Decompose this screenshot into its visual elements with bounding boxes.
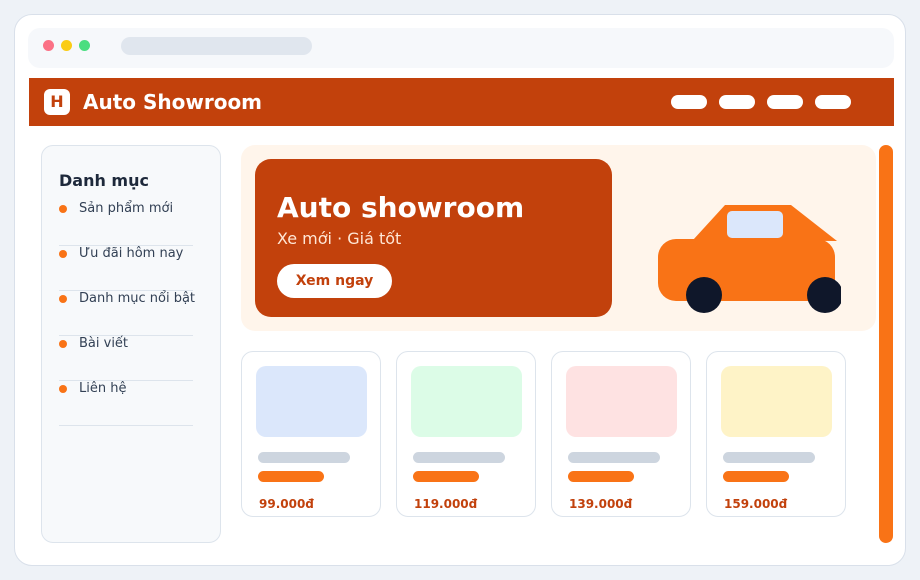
product-price: 99.000đ [259,497,314,511]
product-thumbnail[interactable] [721,366,832,437]
hero-subtitle: Xe mới · Giá tốt [277,229,402,248]
car-front-wheel [686,277,722,313]
product-price: 119.000đ [414,497,478,511]
product-thumbnail[interactable] [566,366,677,437]
product-tag-placeholder [258,471,324,482]
sidebar-item-uu-dai-hom-nay[interactable]: Ưu đãi hôm nay [59,246,193,291]
view-now-button[interactable]: Xem ngay [277,264,392,298]
sidebar-item-san-pham-moi[interactable]: Sản phẩm mới [59,201,193,246]
scrollbar[interactable] [879,145,893,543]
sidebar-item-label: Ưu đãi hôm nay [79,246,184,261]
bullet-icon [59,205,67,213]
product-thumbnail[interactable] [256,366,367,437]
site-title[interactable]: Auto Showroom [83,89,262,115]
minimize-window-dot[interactable] [61,40,72,51]
product-tag-placeholder [413,471,479,482]
bullet-icon [59,385,67,393]
sidebar-item-lien-he[interactable]: Liên hệ [59,381,193,426]
nav-item-3[interactable] [767,95,803,109]
maximize-window-dot[interactable] [79,40,90,51]
sidebar-item-label: Liên hệ [79,381,127,396]
product-name-placeholder [568,452,660,463]
address-bar[interactable] [121,37,312,55]
nav-item-2[interactable] [719,95,755,109]
hero-banner: Auto showroom Xe mới · Giá tốt Xem ngay [241,145,876,331]
product-tag-placeholder [723,471,789,482]
hero-card: Auto showroom Xe mới · Giá tốt Xem ngay [255,159,612,317]
sidebar-item-label: Bài viết [79,336,129,351]
product-price: 139.000đ [569,497,633,511]
sidebar-item-label: Danh mục nổi bật [79,291,196,306]
product-card[interactable]: 99.000đ [241,351,381,517]
product-price: 159.000đ [724,497,788,511]
sidebar-item-label: Sản phẩm mới [79,201,174,216]
site-header: H Auto Showroom [29,78,894,126]
product-card[interactable]: 119.000đ [396,351,536,517]
hero-title: Auto showroom [277,191,525,224]
browser-window: H Auto Showroom Danh mục Sản phẩm mới Ưu… [14,14,906,566]
sidebar-title: Danh mục [59,171,149,190]
product-card[interactable]: 139.000đ [551,351,691,517]
product-tag-placeholder [568,471,634,482]
car-window [727,211,783,238]
product-thumbnail[interactable] [411,366,522,437]
car-icon [658,205,841,313]
sidebar-item-bai-viet[interactable]: Bài viết [59,336,193,381]
sidebar: Danh mục Sản phẩm mới Ưu đãi hôm nay Dan… [41,145,221,543]
bullet-icon [59,295,67,303]
logo-badge[interactable]: H [44,89,70,115]
sidebar-item-danh-muc-noi-bat[interactable]: Danh mục nổi bật [59,291,196,336]
product-name-placeholder [413,452,505,463]
bullet-icon [59,340,67,348]
nav-item-4[interactable] [815,95,851,109]
close-window-dot[interactable] [43,40,54,51]
product-name-placeholder [723,452,815,463]
product-name-placeholder [258,452,350,463]
product-card[interactable]: 159.000đ [706,351,846,517]
nav-item-1[interactable] [671,95,707,109]
bullet-icon [59,250,67,258]
